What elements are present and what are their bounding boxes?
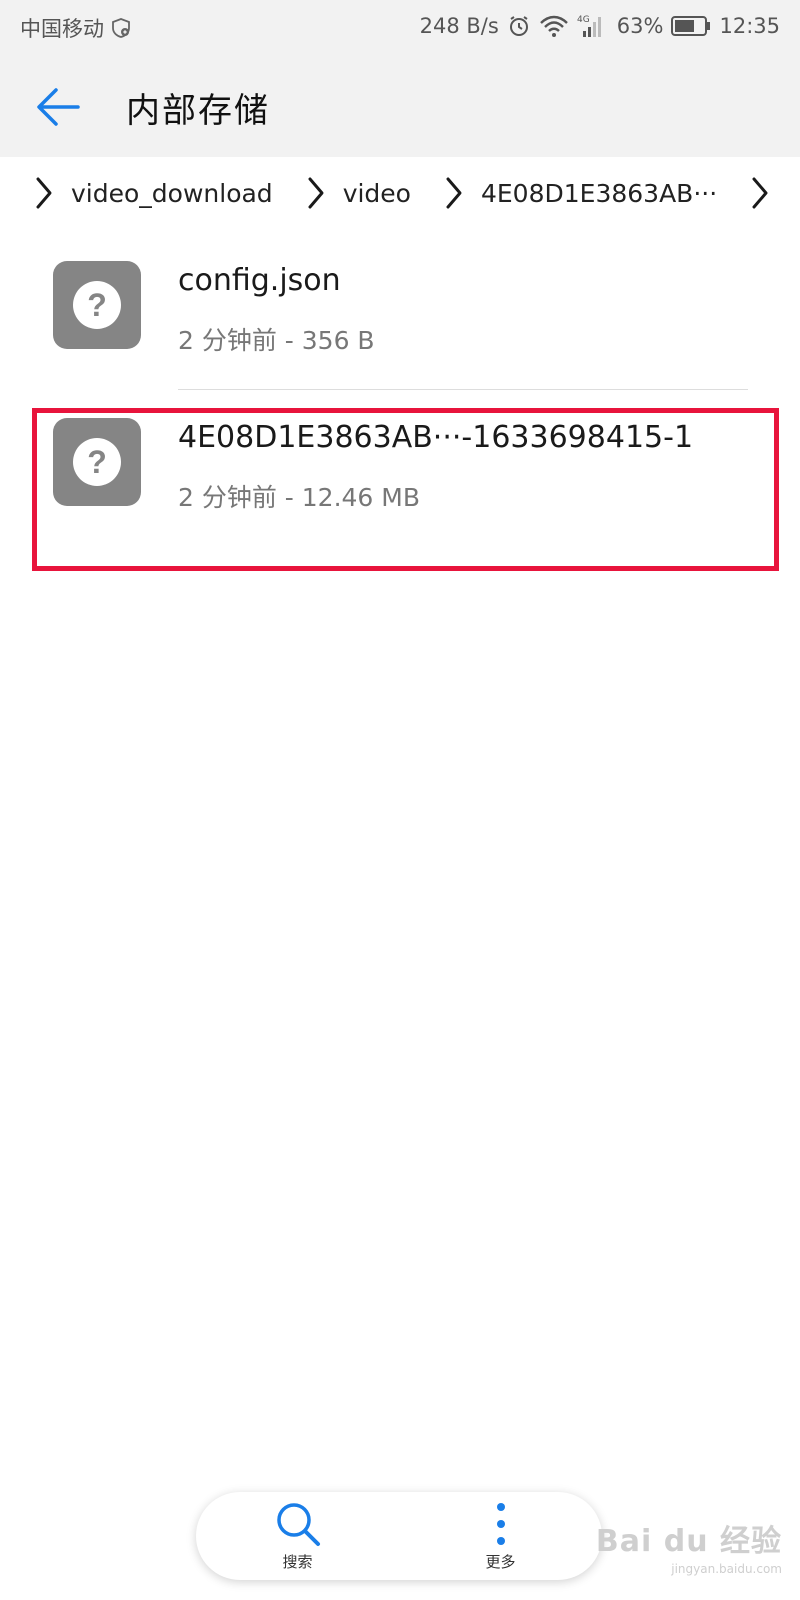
battery-percent: 63% — [616, 14, 664, 38]
back-button[interactable] — [28, 77, 88, 137]
arrow-left-icon — [37, 88, 80, 126]
search-button[interactable]: 搜索 — [196, 1492, 399, 1580]
breadcrumb: video_download video 4E08D1E3863AB··· — [0, 157, 800, 229]
battery-icon — [671, 15, 711, 37]
file-name: config.json — [178, 263, 341, 298]
signal-4g-icon: 4G — [577, 13, 607, 39]
breadcrumb-item-video[interactable]: video — [343, 179, 411, 208]
more-label: 更多 — [485, 1552, 516, 1571]
list-item[interactable]: ? 4E08D1E3863AB···-1633698415-1 2 分钟前 - … — [0, 392, 800, 532]
page-title: 内部存储 — [126, 91, 270, 131]
divider — [178, 389, 748, 390]
status-bar: 中国移动 248 B/s 4G 63% 12:35 — [0, 0, 800, 55]
breadcrumb-item-folder[interactable]: 4E08D1E3863AB··· — [481, 179, 717, 208]
clock-time: 12:35 — [719, 14, 780, 38]
chevron-right-icon — [303, 173, 329, 213]
chevron-right-icon — [747, 173, 773, 213]
status-right: 248 B/s 4G 63% 12:35 — [420, 13, 780, 39]
search-icon — [276, 1502, 320, 1546]
carrier-name: 中国移动 — [20, 17, 104, 41]
list-item[interactable]: ? config.json 2 分钟前 - 356 B — [0, 235, 800, 375]
more-vertical-icon — [496, 1502, 505, 1545]
unknown-file-icon: ? — [53, 418, 141, 506]
svg-text:4G: 4G — [577, 15, 590, 25]
title-bar: 内部存储 — [0, 55, 800, 157]
more-button[interactable]: 更多 — [399, 1492, 602, 1580]
net-speed: 248 B/s — [419, 14, 499, 38]
chevron-right-icon — [31, 173, 57, 213]
breadcrumb-item-video-download[interactable]: video_download — [71, 179, 273, 208]
baidu-jingyan-watermark: Bai du 经验 jingyan.baidu.com — [596, 1516, 782, 1576]
file-name: 4E08D1E3863AB···-1633698415-1 — [178, 420, 694, 455]
watermark-url: jingyan.baidu.com — [671, 1562, 782, 1576]
chevron-right-icon — [441, 173, 467, 213]
file-meta: 2 分钟前 - 356 B — [178, 326, 375, 355]
shield-icon — [110, 17, 132, 39]
question-mark-icon: ? — [73, 281, 121, 329]
unknown-file-icon: ? — [53, 261, 141, 349]
status-left: 中国移动 — [20, 13, 132, 43]
wifi-icon — [539, 14, 569, 38]
search-label: 搜索 — [282, 1552, 313, 1571]
alarm-clock-icon — [507, 14, 531, 38]
watermark-logo-text: Bai du 经验 — [595, 1524, 782, 1559]
file-meta: 2 分钟前 - 12.46 MB — [178, 483, 421, 512]
question-mark-icon: ? — [73, 438, 121, 486]
bottom-bar: 搜索 更多 — [196, 1492, 602, 1580]
